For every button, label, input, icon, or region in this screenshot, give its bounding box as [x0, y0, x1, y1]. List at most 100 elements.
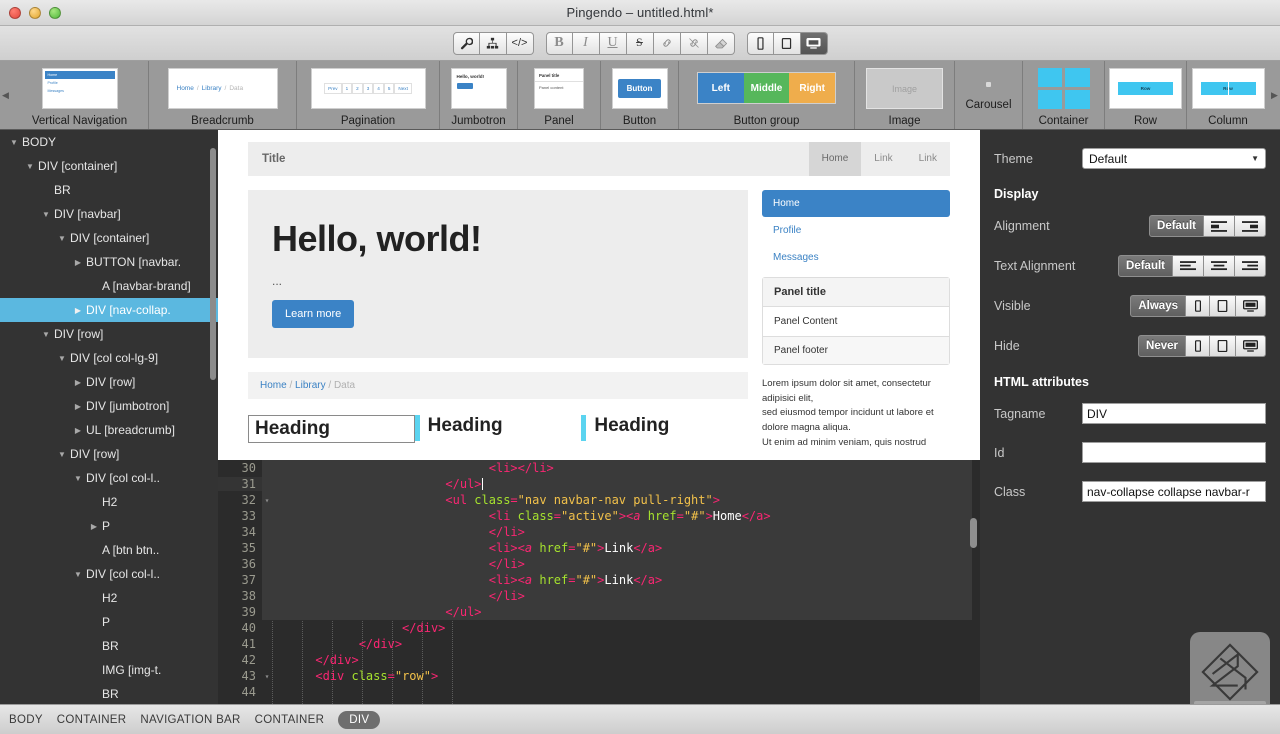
- tree-node[interactable]: BR: [0, 634, 218, 658]
- dom-tree-panel[interactable]: ▼BODY▼DIV [container]BR▼DIV [navbar]▼DIV…: [0, 130, 218, 704]
- strikethrough-icon[interactable]: S: [627, 32, 654, 55]
- tree-node[interactable]: ▼DIV [col col-l..: [0, 562, 218, 586]
- sitemap-icon[interactable]: [480, 32, 507, 55]
- code-line[interactable]: 41 </div>: [218, 636, 980, 652]
- twisty-expanded-icon[interactable]: ▼: [38, 330, 54, 339]
- status-path-item[interactable]: CONTAINER: [57, 714, 127, 726]
- class-input[interactable]: nav-collapse collapse navbar-r: [1082, 481, 1266, 502]
- twisty-collapsed-icon[interactable]: ▶: [86, 522, 102, 531]
- tree-node[interactable]: IMG [img-t.: [0, 658, 218, 682]
- tree-node[interactable]: ▶DIV [nav-collap.: [0, 298, 218, 322]
- fold-toggle-icon[interactable]: ▾: [262, 496, 272, 505]
- eraser-icon[interactable]: [708, 32, 735, 55]
- visible-tablet-icon[interactable]: [1210, 295, 1236, 317]
- tree-node[interactable]: H2: [0, 490, 218, 514]
- hide-desktop-icon[interactable]: [1236, 335, 1266, 357]
- tree-node[interactable]: ▼DIV [container]: [0, 226, 218, 250]
- tree-node[interactable]: P: [0, 610, 218, 634]
- tree-node[interactable]: ▼DIV [col col-lg-9]: [0, 346, 218, 370]
- side-nav-item-profile[interactable]: Profile: [762, 217, 950, 244]
- twisty-expanded-icon[interactable]: ▼: [38, 210, 54, 219]
- theme-select[interactable]: Default ▼: [1082, 148, 1266, 169]
- code-line[interactable]: 39 </ul>: [218, 604, 980, 620]
- code-editor[interactable]: 30 <li></li>31 </ul>32▾ <ul class="nav n…: [218, 460, 980, 704]
- fold-toggle-icon[interactable]: ▾: [262, 672, 272, 681]
- twisty-expanded-icon[interactable]: ▼: [6, 138, 22, 147]
- twisty-collapsed-icon[interactable]: ▶: [70, 258, 86, 267]
- palette-item-row[interactable]: Row Row: [1105, 61, 1187, 129]
- preview-heading-block-3[interactable]: Heading: [581, 415, 748, 443]
- page-preview[interactable]: Title Home Link Link Hello, world! ... L…: [218, 130, 980, 460]
- tablet-view-icon[interactable]: [774, 32, 801, 55]
- align-left-icon[interactable]: [1204, 215, 1235, 237]
- code-line[interactable]: 34 </li>: [218, 524, 980, 540]
- tree-node[interactable]: ▼DIV [navbar]: [0, 202, 218, 226]
- twisty-expanded-icon[interactable]: ▼: [54, 234, 70, 243]
- tree-node[interactable]: ▼DIV [container]: [0, 154, 218, 178]
- tree-node[interactable]: ▼DIV [col col-l..: [0, 466, 218, 490]
- code-line[interactable]: 36 </li>: [218, 556, 980, 572]
- text-align-right-icon[interactable]: [1235, 255, 1266, 277]
- preview-heading-block-1[interactable]: Heading: [248, 415, 415, 443]
- dom-tree-scrollbar[interactable]: [210, 148, 216, 380]
- twisty-expanded-icon[interactable]: ▼: [70, 570, 86, 579]
- twisty-expanded-icon[interactable]: ▼: [54, 450, 70, 459]
- text-align-left-icon[interactable]: [1173, 255, 1204, 277]
- tree-node[interactable]: ▼DIV [row]: [0, 442, 218, 466]
- code-line[interactable]: 43▾ <div class="row">: [218, 668, 980, 684]
- id-input[interactable]: [1082, 442, 1266, 463]
- learn-more-button[interactable]: Learn more: [272, 300, 354, 328]
- palette-item-column[interactable]: Row Column: [1187, 61, 1269, 129]
- palette-item-button[interactable]: Button Button: [601, 61, 679, 129]
- twisty-collapsed-icon[interactable]: ▶: [70, 426, 86, 435]
- link-icon[interactable]: [654, 32, 681, 55]
- desktop-view-icon[interactable]: [801, 32, 828, 55]
- breadcrumb-item[interactable]: Library: [295, 380, 326, 391]
- code-line[interactable]: 31 </ul>: [218, 476, 980, 492]
- preview-heading-block-2[interactable]: Heading: [415, 415, 582, 443]
- bold-icon[interactable]: B: [546, 32, 573, 55]
- tree-node[interactable]: ▶DIV [row]: [0, 370, 218, 394]
- palette-item-container[interactable]: Container: [1023, 61, 1105, 129]
- align-right-icon[interactable]: [1235, 215, 1266, 237]
- palette-item-vertical-navigation[interactable]: Home Profile Messages Vertical Navigatio…: [11, 61, 149, 129]
- code-line[interactable]: 32▾ <ul class="nav navbar-nav pull-right…: [218, 492, 980, 508]
- hide-never-button[interactable]: Never: [1138, 335, 1186, 357]
- tagname-input[interactable]: DIV: [1082, 403, 1266, 424]
- twisty-expanded-icon[interactable]: ▼: [22, 162, 38, 171]
- preview-panel[interactable]: Panel title Panel Content Panel footer: [762, 277, 950, 365]
- code-line[interactable]: 35 <li><a href="#">Link</a>: [218, 540, 980, 556]
- preview-navbar[interactable]: Title Home Link Link: [248, 142, 950, 176]
- hide-phone-icon[interactable]: [1186, 335, 1210, 357]
- breadcrumb-item[interactable]: Home: [260, 380, 287, 391]
- twisty-collapsed-icon[interactable]: ▶: [70, 378, 86, 387]
- palette-item-jumbotron[interactable]: Hello, world! Jumbotron: [440, 61, 518, 129]
- code-icon[interactable]: </>: [507, 32, 534, 55]
- twisty-collapsed-icon[interactable]: ▶: [70, 306, 86, 315]
- wrench-icon[interactable]: [453, 32, 480, 55]
- code-line[interactable]: 38 </li>: [218, 588, 980, 604]
- visible-phone-icon[interactable]: [1186, 295, 1210, 317]
- twisty-expanded-icon[interactable]: ▼: [70, 474, 86, 483]
- tree-node[interactable]: ▼BODY: [0, 130, 218, 154]
- preview-nav-link-home[interactable]: Home: [809, 142, 862, 176]
- status-path-item[interactable]: CONTAINER: [255, 714, 325, 726]
- hide-tablet-icon[interactable]: [1210, 335, 1236, 357]
- palette-scroll-right-icon[interactable]: ▶: [1269, 61, 1280, 129]
- tree-node[interactable]: ▶UL [breadcrumb]: [0, 418, 218, 442]
- twisty-collapsed-icon[interactable]: ▶: [70, 402, 86, 411]
- tree-node[interactable]: BR: [0, 682, 218, 704]
- phone-view-icon[interactable]: [747, 32, 774, 55]
- status-path-current[interactable]: DIV: [338, 711, 380, 729]
- status-path-item[interactable]: NAVIGATION BAR: [140, 714, 240, 726]
- unlink-icon[interactable]: [681, 32, 708, 55]
- code-line[interactable]: 37 <li><a href="#">Link</a>: [218, 572, 980, 588]
- code-scrollbar[interactable]: [970, 518, 977, 548]
- code-line[interactable]: 33 <li class="active"><a href="#">Home</…: [218, 508, 980, 524]
- tree-node[interactable]: ▶BUTTON [navbar.: [0, 250, 218, 274]
- text-align-center-icon[interactable]: [1204, 255, 1235, 277]
- palette-item-pagination[interactable]: Prev 1 2 3 4 5 Next Pagination: [297, 61, 440, 129]
- palette-item-panel[interactable]: Panel title Panel content Panel: [518, 61, 601, 129]
- code-line[interactable]: 40 </div>: [218, 620, 980, 636]
- palette-item-button-group[interactable]: Left Middle Right Button group: [679, 61, 855, 129]
